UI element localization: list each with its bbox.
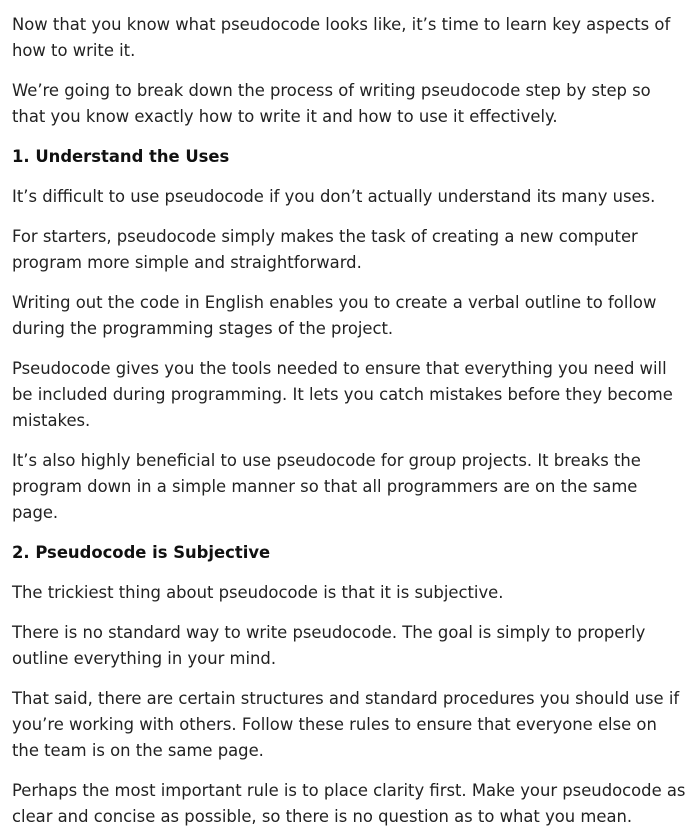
section-heading: 1. Understand the Uses [12, 147, 230, 166]
section-paragraph: The trickiest thing about pseudocode is … [12, 583, 504, 602]
section-paragraph: It’s difficult to use pseudocode if you … [12, 187, 656, 206]
section-paragraph: Writing out the code in English enables … [12, 293, 657, 338]
intro-paragraph: We’re going to break down the process of… [12, 81, 651, 126]
section-heading: 2. Pseudocode is Subjective [12, 543, 271, 562]
section-paragraph: Perhaps the most important rule is to pl… [12, 781, 686, 826]
section-paragraph: It’s also highly beneficial to use pseud… [12, 451, 641, 522]
article-body: Now that you know what pseudocode looks … [0, 0, 700, 830]
section-paragraph: There is no standard way to write pseudo… [12, 623, 646, 668]
section-paragraph: Pseudocode gives you the tools needed to… [12, 359, 673, 430]
section-paragraph: For starters, pseudocode simply makes th… [12, 227, 638, 272]
section-paragraph: That said, there are certain structures … [12, 689, 680, 760]
intro-paragraph: Now that you know what pseudocode looks … [12, 15, 671, 60]
